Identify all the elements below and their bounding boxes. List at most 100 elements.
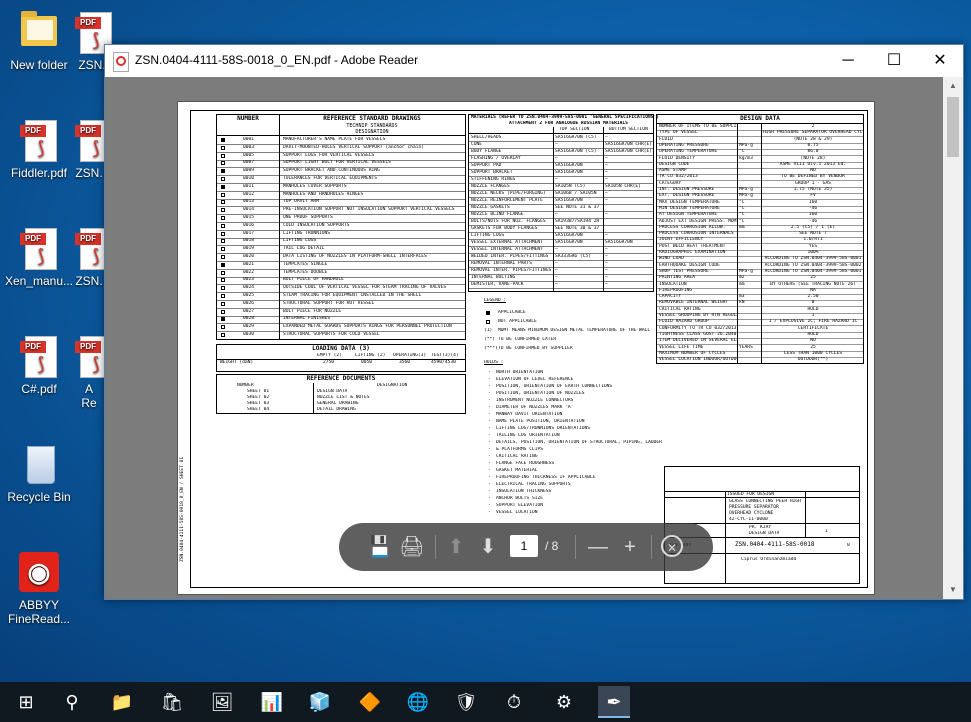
document-viewer[interactable]: ZSN.0404-4111-58S-0018_0_EN / SHEET 01 N… (105, 77, 943, 599)
ref-row-text: TAIL LUG DETAIL (283, 246, 325, 252)
legend-text: MDMT MEANS MINIMUM DESIGN METAL TEMPERAT… (498, 328, 651, 333)
legend-mark: (**) (484, 337, 496, 342)
ref-row-text: STEAM TRACING FOR EQUIPMENT INSTALLED IN… (283, 293, 422, 298)
desktop-icon-xen-manual[interactable]: PDF ⟆ Xen_manu... (2, 226, 76, 288)
pdf-floating-toolbar: 💾 🖨 ⬆ ⬇ 1 / 8 — + ✕ (339, 523, 713, 571)
ref-row-number: 0020 (243, 254, 255, 259)
desktop-icon-label: Fiddler.pdf (10, 166, 68, 180)
desktop-icon-recycle-bin[interactable]: Recycle Bin (2, 442, 76, 504)
hold-item: & PLATFORMS CLIPS (496, 447, 544, 452)
settings-icon[interactable]: ⚙ (548, 686, 580, 718)
ref-checkbox (221, 239, 225, 244)
minimize-button[interactable]: ─ (825, 45, 871, 77)
loading-value-empty: 2750 (323, 360, 335, 365)
refdoc-designation: DETAIL DRAWING (317, 407, 356, 412)
ref-row-number: 0030 (243, 332, 255, 337)
ref-row-text: ONE PROOF SUPPORTS (283, 215, 333, 220)
globe-app-icon[interactable]: 🌐 (402, 686, 434, 718)
adobe-reader-icon[interactable]: ✒ (598, 686, 630, 718)
hold-item: POSITION, ORIENTATION OF NOZZLES (496, 391, 585, 396)
scroll-down-arrow-icon[interactable]: ▼ (943, 581, 963, 599)
ref-checkbox (221, 208, 225, 213)
shield-app-icon[interactable]: 🛡 (450, 686, 482, 718)
loading-title: LOADING DATA (3) (312, 345, 370, 352)
stopwatch-app-icon[interactable]: ⏱ (498, 686, 530, 718)
ref-row-number: 0014 (243, 207, 255, 213)
ref-row-number: 0018 (243, 238, 255, 244)
desktop-icon-zsn-3[interactable]: PDF ⟆ ZSN. (72, 226, 106, 288)
reference-documents-table: REFERENCE DOCUMENTS NUMBER DESIGNATION S… (216, 374, 466, 414)
row-divider (657, 363, 863, 365)
ref-checkbox (221, 161, 225, 166)
desktop-icon-abbyy[interactable]: ◉ ABBYY FineRead... (2, 550, 76, 626)
hold-item: GASKET MATERIAL (496, 468, 538, 473)
abbyy-finereader-icon: ◉ (17, 550, 61, 594)
hold-dash: - (488, 412, 491, 417)
ref-row-number: 0025 (243, 293, 255, 298)
adobe-reader-window: ZSN.0404-4111-58S-0018_0_EN.pdf - Adobe … (104, 44, 964, 600)
ref-checkbox (221, 262, 225, 267)
hold-item: DETAILS, POSITION, ORIENTATION OF STRUCT… (496, 440, 662, 445)
reference-drawings-table: NUMBER REFERENCE STANDARD DRAWINGS TECHN… (216, 114, 466, 340)
hold-dash: - (488, 461, 491, 466)
hold-dash: - (488, 398, 491, 403)
row-divider (469, 288, 653, 289)
next-page-button[interactable]: ⬇ (475, 535, 501, 559)
ref-checkbox (221, 333, 225, 337)
desktop-icon-new-folder[interactable]: New folder (2, 10, 76, 72)
hold-dash: - (488, 482, 491, 487)
recycle-bin-icon (17, 442, 61, 486)
holds-block: HOLDS : - NORTH ORIENTATION - ELEVATION OF … (484, 360, 684, 520)
adobe-reader-app-icon (113, 52, 129, 72)
ref-row-text: TOLERANCES FOR VERTICAL EQUIPMENTS (283, 176, 378, 181)
hold-dash: - (488, 496, 491, 501)
hold-dash: - (488, 433, 491, 438)
previous-page-button[interactable]: ⬆ (443, 535, 469, 559)
search-icon[interactable]: ⚲ (56, 686, 88, 718)
orange-app-icon[interactable]: 🔶 (354, 686, 386, 718)
close-toolbar-button[interactable]: ✕ (661, 535, 683, 557)
maximize-button[interactable]: ☐ (871, 45, 917, 77)
zoom-out-button[interactable]: — (585, 535, 611, 559)
ref-row-text: TOP DAVIT ARM (283, 199, 319, 205)
print-icon[interactable]: 🖨 (399, 535, 425, 559)
scrollbar-thumb[interactable] (947, 97, 959, 157)
ref-row-number: 0009 (243, 168, 255, 174)
desktop-icon-adobe-reader[interactable]: PDF ⟆ A Re (72, 334, 106, 410)
desktop-icon-label: New folder (10, 58, 68, 72)
desktop-icon-csharp[interactable]: PDF ⟆ C#.pdf (2, 334, 76, 396)
ref-row-number: 0027 (243, 308, 255, 314)
loading-value-operating: 3560 (399, 360, 411, 365)
ref-row-number: 0016 (243, 222, 255, 228)
presentation-app-icon[interactable]: 📊 (256, 686, 288, 718)
hold-dash: - (488, 391, 491, 396)
photos-icon[interactable]: 🖼 (206, 686, 238, 718)
vertical-scrollbar[interactable]: ▲ ▼ (943, 77, 963, 599)
ref-row-number: 0019 (243, 246, 255, 252)
ref-row-text: SUPPORT LUGS FOR VERTICAL VESSELS (283, 152, 375, 158)
page-number-input[interactable]: 1 (510, 535, 538, 557)
store-icon[interactable]: 🛍 (156, 686, 188, 718)
start-icon[interactable]: ⊞ (10, 686, 42, 718)
desktop-icon-fiddler[interactable]: PDF ⟆ Fiddler.pdf (2, 118, 76, 180)
desktop-icon-zsn-2[interactable]: PDF ⟆ ZSN. (72, 118, 106, 180)
ref-checkbox (221, 317, 225, 322)
pdf-page: ZSN.0404-4111-58S-0018_0_EN / SHEET 01 N… (177, 101, 875, 595)
hold-item: MANWAY DAVIT ORIENTATION (496, 412, 563, 417)
pdf-file-icon: PDF ⟆ (17, 226, 61, 270)
ref-checkbox (221, 177, 225, 181)
loading-value-lifting: 0050 (361, 360, 373, 365)
window-titlebar[interactable]: ZSN.0404-4111-58S-0018_0_EN.pdf - Adobe … (105, 45, 963, 77)
save-icon[interactable]: 💾 (367, 535, 393, 559)
ref-row-number: 0012 (243, 191, 255, 197)
file-explorer-icon[interactable]: 📁 (106, 686, 138, 718)
ref-row-number: 0013 (243, 199, 255, 205)
zoom-in-button[interactable]: + (617, 535, 643, 559)
close-window-button[interactable]: ✕ (917, 45, 963, 77)
ref-checkbox (221, 278, 225, 283)
hold-dash: - (488, 384, 491, 389)
ref-row-number: 0023 (243, 277, 255, 283)
refdoc-number: SHEET 04 (247, 407, 270, 412)
cube-app-icon[interactable]: 🧊 (304, 686, 336, 718)
scroll-up-arrow-icon[interactable]: ▲ (943, 77, 963, 95)
